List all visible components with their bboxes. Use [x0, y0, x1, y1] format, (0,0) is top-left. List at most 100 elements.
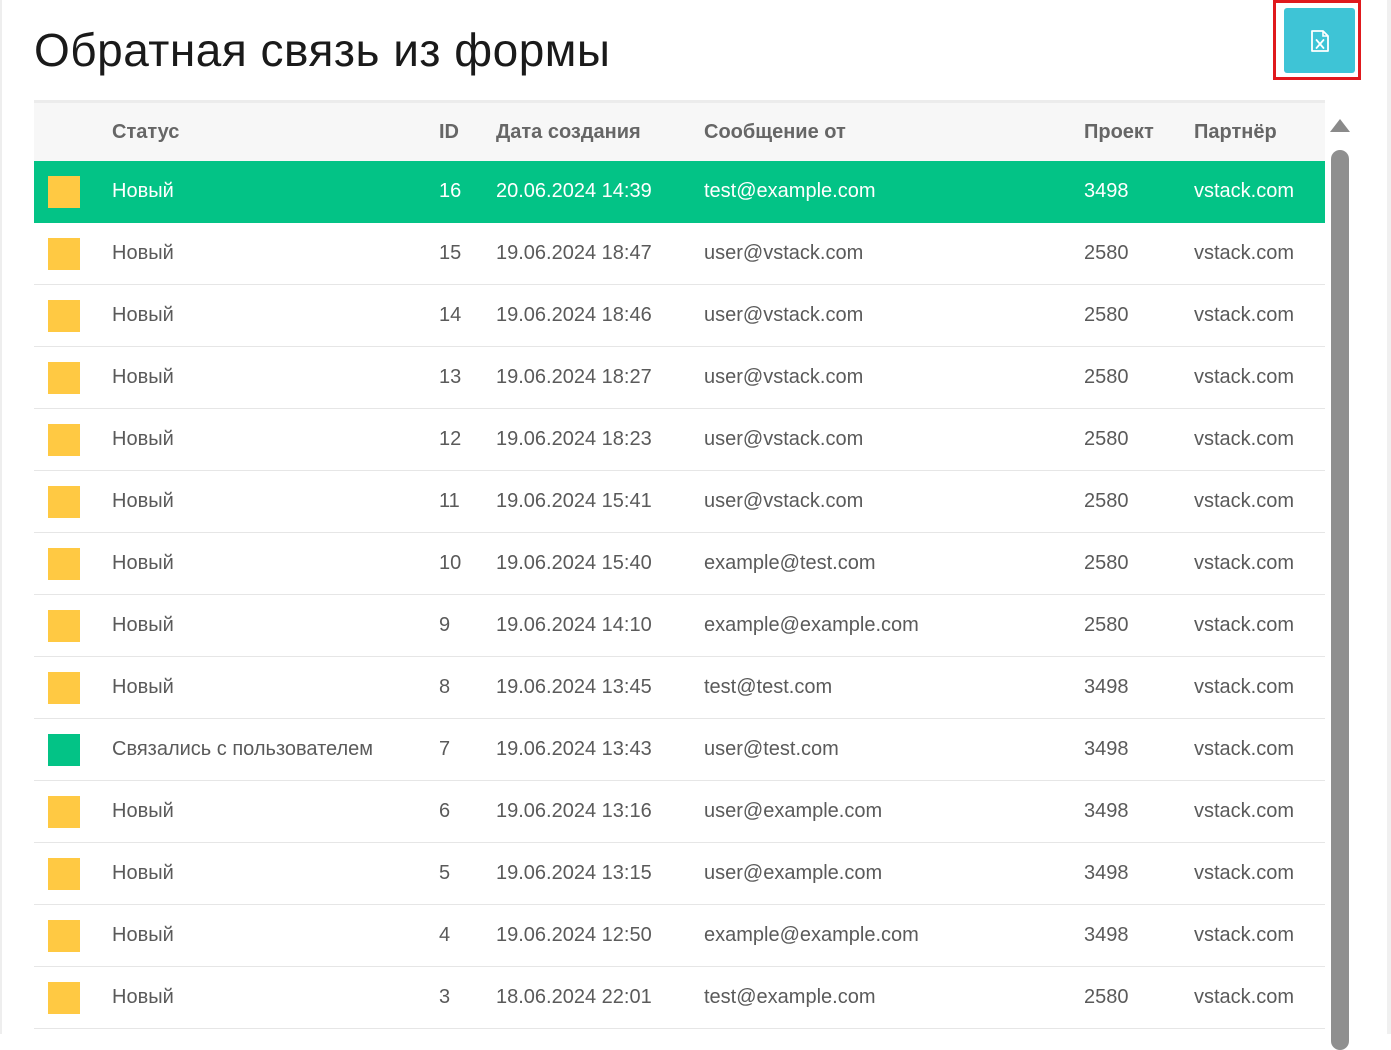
sender-cell: user@vstack.com — [704, 304, 864, 326]
scroll-up-arrow-icon[interactable] — [1330, 119, 1350, 132]
table-row[interactable]: Новый 8 19.06.2024 13:45 test@test.com 3498 v… — [34, 657, 1325, 719]
table-row[interactable]: Новый 3 18.06.2024 22:01 test@example.com 25… — [34, 967, 1325, 1029]
header-partner[interactable]: Партнёр — [1194, 103, 1277, 161]
header-id[interactable]: ID — [439, 103, 459, 161]
status-color-indicator — [48, 609, 80, 642]
id-cell: 7 — [439, 738, 451, 760]
partner-cell: vstack.com — [1194, 862, 1295, 884]
project-cell: 2580 — [1084, 552, 1129, 574]
table-row[interactable]: Новый 9 19.06.2024 14:10 example@example.co… — [34, 595, 1325, 657]
partner-cell: vstack.com — [1194, 242, 1295, 264]
id-cell: 4 — [439, 924, 451, 946]
project-cell: 2580 — [1084, 614, 1129, 636]
project-cell: 3498 — [1084, 676, 1129, 698]
table-row[interactable]: Новый 10 19.06.2024 15:40 example@test.com 2… — [34, 533, 1325, 595]
excel-file-icon — [1310, 29, 1329, 52]
status-color-indicator — [48, 299, 80, 332]
table-row[interactable]: Новый 14 19.06.2024 18:46 user@vstack.com 25… — [34, 285, 1325, 347]
status-color-indicator — [48, 175, 80, 208]
date-cell: 19.06.2024 13:16 — [496, 800, 652, 822]
status-cell: Новый — [112, 490, 174, 512]
partner-cell: vstack.com — [1194, 924, 1295, 946]
table-row[interactable]: Новый 13 19.06.2024 18:27 user@vstack.com 25… — [34, 347, 1325, 409]
id-cell: 8 — [439, 676, 451, 698]
date-cell: 20.06.2024 14:39 — [496, 180, 652, 202]
date-cell: 19.06.2024 12:50 — [496, 924, 652, 946]
date-cell: 19.06.2024 13:15 — [496, 862, 652, 884]
status-cell: Связались с пользователем — [112, 738, 374, 760]
table-row[interactable]: Новый 4 19.06.2024 12:50 example@example.co… — [34, 905, 1325, 967]
header-status[interactable]: Статус — [112, 103, 179, 161]
table-row[interactable]: Новый 5 19.06.2024 13:15 user@example.com 34… — [34, 843, 1325, 905]
status-cell: Новый — [112, 986, 174, 1008]
project-cell: 2580 — [1084, 242, 1129, 264]
date-cell: 19.06.2024 18:46 — [496, 304, 652, 326]
status-cell: Новый — [112, 304, 174, 326]
date-cell: 18.06.2024 22:01 — [496, 986, 652, 1008]
project-cell: 2580 — [1084, 490, 1129, 512]
partner-cell: vstack.com — [1194, 676, 1295, 698]
id-cell: 11 — [439, 490, 460, 512]
id-cell: 5 — [439, 862, 451, 884]
sender-cell: user@test.com — [704, 738, 839, 760]
scrollbar-thumb[interactable] — [1331, 150, 1349, 1050]
date-cell: 19.06.2024 18:27 — [496, 366, 652, 388]
project-cell: 2580 — [1084, 986, 1129, 1008]
date-cell: 19.06.2024 14:10 — [496, 614, 652, 636]
sender-cell: user@vstack.com — [704, 366, 864, 388]
table-row[interactable]: Новый 15 19.06.2024 18:47 user@vstack.com 25… — [34, 223, 1325, 285]
id-cell: 15 — [439, 242, 462, 264]
left-border — [0, 0, 2, 1034]
project-cell: 3498 — [1084, 800, 1129, 822]
status-cell: Новый — [112, 552, 174, 574]
status-color-indicator — [48, 857, 80, 890]
status-color-indicator — [48, 733, 80, 766]
date-cell: 19.06.2024 13:43 — [496, 738, 652, 760]
id-cell: 3 — [439, 986, 451, 1008]
date-cell: 19.06.2024 18:47 — [496, 242, 652, 264]
partner-cell: vstack.com — [1194, 800, 1295, 822]
status-color-indicator — [48, 981, 80, 1014]
table-row[interactable]: Новый 12 19.06.2024 18:23 user@vstack.com 25… — [34, 409, 1325, 471]
sender-cell: user@example.com — [704, 800, 883, 822]
project-cell: 3498 — [1084, 738, 1129, 760]
date-cell: 19.06.2024 18:23 — [496, 428, 652, 450]
table-row[interactable]: Новый 16 20.06.2024 14:39 test@example.com 3… — [34, 161, 1325, 223]
feedback-table: Статус ID Дата создания Сообщение от Про… — [34, 100, 1325, 1029]
status-cell: Новый — [112, 242, 174, 264]
partner-cell: vstack.com — [1194, 738, 1295, 760]
id-cell: 13 — [439, 366, 462, 388]
status-color-indicator — [48, 423, 80, 456]
sender-cell: user@vstack.com — [704, 490, 864, 512]
header-from[interactable]: Сообщение от — [704, 103, 846, 161]
id-cell: 6 — [439, 800, 451, 822]
status-color-indicator — [48, 919, 80, 952]
sender-cell: example@example.com — [704, 924, 919, 946]
partner-cell: vstack.com — [1194, 552, 1295, 574]
export-excel-button[interactable] — [1284, 8, 1355, 73]
partner-cell: vstack.com — [1194, 180, 1295, 202]
partner-cell: vstack.com — [1194, 366, 1295, 388]
header-project[interactable]: Проект — [1084, 103, 1154, 161]
table-row[interactable]: Связались с пользователем 7 19.06.2024 13:… — [34, 719, 1325, 781]
project-cell: 2580 — [1084, 366, 1129, 388]
status-cell: Новый — [112, 676, 174, 698]
status-color-indicator — [48, 795, 80, 828]
table-row[interactable]: Новый 11 19.06.2024 15:41 user@vstack.com 25… — [34, 471, 1325, 533]
sender-cell: test@example.com — [704, 986, 876, 1008]
status-cell: Новый — [112, 800, 174, 822]
table-header: Статус ID Дата создания Сообщение от Про… — [34, 100, 1325, 161]
project-cell: 2580 — [1084, 428, 1129, 450]
partner-cell: vstack.com — [1194, 490, 1295, 512]
id-cell: 14 — [439, 304, 462, 326]
sender-cell: user@vstack.com — [704, 242, 864, 264]
header-date[interactable]: Дата создания — [496, 103, 641, 161]
project-cell: 2580 — [1084, 304, 1129, 326]
status-color-indicator — [48, 361, 80, 394]
table-row[interactable]: Новый 6 19.06.2024 13:16 user@example.com 34… — [34, 781, 1325, 843]
project-cell: 3498 — [1084, 924, 1129, 946]
status-cell: Новый — [112, 862, 174, 884]
partner-cell: vstack.com — [1194, 304, 1295, 326]
partner-cell: vstack.com — [1194, 614, 1295, 636]
status-cell: Новый — [112, 924, 174, 946]
